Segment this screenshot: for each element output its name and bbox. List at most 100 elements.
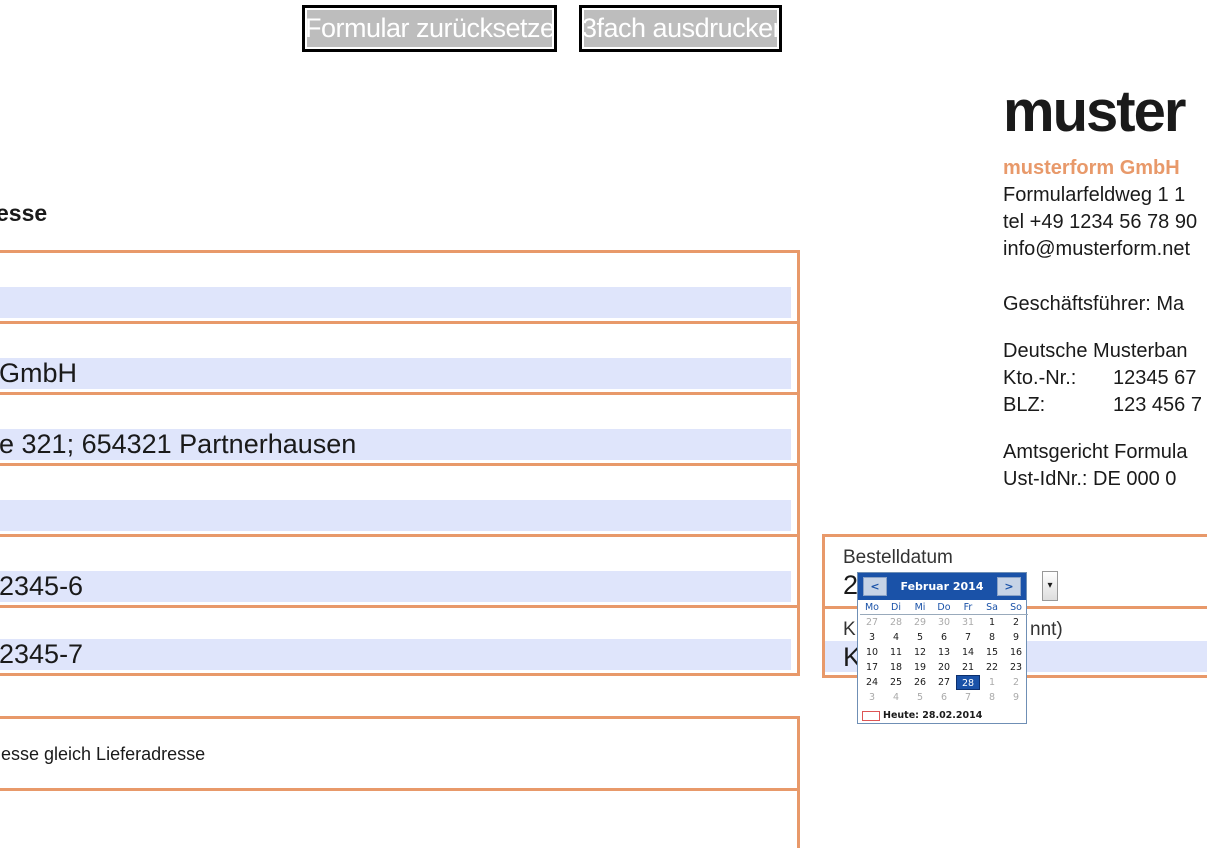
form-row: 2345-6 (0, 534, 800, 605)
address-field-3[interactable]: e 321; 654321 Partnerhausen (0, 429, 791, 460)
calendar-day[interactable]: 8 (980, 630, 1004, 645)
calendar-day[interactable]: 3 (860, 690, 884, 705)
calendar-day[interactable]: 8 (980, 690, 1004, 705)
calendar-day-selected[interactable]: 28 (956, 675, 980, 690)
reset-form-button[interactable]: Formular zurücksetzen (302, 5, 557, 52)
calendar-month-title: Februar 2014 (900, 580, 984, 593)
today-swatch-icon (862, 710, 880, 721)
calendar-day[interactable]: 9 (1004, 690, 1028, 705)
company-email: info@musterform.net (1003, 238, 1191, 260)
calendar-day[interactable]: 17 (860, 660, 884, 675)
weekday-header: Mi (908, 602, 932, 615)
calendar-day[interactable]: 1 (980, 615, 1004, 630)
address-field-5[interactable]: 2345-6 (0, 571, 791, 602)
order-date-input[interactable]: 2 (843, 570, 858, 601)
second-date-label: nnt) (1030, 619, 1063, 640)
company-tel: tel +49 1234 56 78 90 (1003, 211, 1198, 233)
address-field-4[interactable] (0, 500, 791, 531)
calendar-day[interactable]: 3 (860, 630, 884, 645)
calendar-day[interactable]: 22 (980, 660, 1004, 675)
datepicker-popup: < Februar 2014 > Mo Di Mi Do Fr Sa So 27… (857, 572, 1028, 724)
calendar-day[interactable]: 10 (860, 645, 884, 660)
form-row: 2345-7 (0, 605, 800, 676)
blz-label: BLZ: (1003, 394, 1046, 416)
company-court: Amtsgericht Formula (1003, 441, 1188, 463)
account-label: Kto.-Nr.: (1003, 367, 1077, 389)
company-blz: BLZ: 123 456 7 (1003, 392, 1202, 419)
weekday-header: So (1004, 602, 1028, 615)
company-address: Formularfeldweg 1 1 (1003, 184, 1186, 206)
calendar-day[interactable]: 23 (1004, 660, 1028, 675)
chevron-down-icon: ▾ (1047, 580, 1053, 591)
calendar-day[interactable]: 14 (956, 645, 980, 660)
form-row: GmbH (0, 321, 800, 392)
calendar-day[interactable]: 25 (884, 675, 908, 690)
calendar-day[interactable]: 18 (884, 660, 908, 675)
calendar-day[interactable]: 27 (860, 615, 884, 630)
date-dropdown-button[interactable]: ▾ (1042, 571, 1058, 601)
company-vat: Ust-IdNr.: DE 000 0 (1003, 468, 1177, 490)
address-field-6[interactable]: 2345-7 (0, 639, 791, 670)
calendar-day[interactable]: 6 (932, 630, 956, 645)
order-date-label: Bestelldatum (843, 547, 953, 568)
company-logo: muster (1003, 79, 1186, 144)
form-row: e 321; 654321 Partnerhausen (0, 392, 800, 463)
calendar-day[interactable]: 21 (956, 660, 980, 675)
billing-section: esse gleich Lieferadresse (0, 716, 800, 848)
calendar-day[interactable]: 4 (884, 690, 908, 705)
print-triplicate-button[interactable]: 3fach ausdrucken (579, 5, 782, 52)
weekday-header: Sa (980, 602, 1004, 615)
address-field-1[interactable] (0, 287, 791, 318)
calendar-day[interactable]: 16 (1004, 645, 1028, 660)
second-date-label-prefix: K (843, 619, 856, 640)
company-bank: Deutsche Musterban (1003, 340, 1188, 362)
form-row: esse gleich Lieferadresse (0, 716, 800, 788)
weekday-header: Di (884, 602, 908, 615)
calendar-day[interactable]: 5 (908, 690, 932, 705)
calendar-day[interactable]: 20 (932, 660, 956, 675)
chevron-left-icon: < (870, 580, 880, 593)
company-info: musterform GmbH Formularfeldweg 1 1 tel … (1003, 155, 1202, 493)
calendar-day[interactable]: 29 (908, 615, 932, 630)
calendar-day[interactable]: 6 (932, 690, 956, 705)
calendar-day[interactable]: 7 (956, 690, 980, 705)
calendar-day[interactable]: 9 (1004, 630, 1028, 645)
company-ceo: Geschäftsführer: Ma (1003, 293, 1185, 315)
calendar-day[interactable]: 5 (908, 630, 932, 645)
calendar-day[interactable]: 13 (932, 645, 956, 660)
calendar-day[interactable]: 12 (908, 645, 932, 660)
weekday-header: Do (932, 602, 956, 615)
same-address-checkbox-label[interactable]: esse gleich Lieferadresse (1, 744, 205, 765)
calendar-day[interactable]: 26 (908, 675, 932, 690)
weekday-header: Mo (860, 602, 884, 615)
calendar-day[interactable]: 24 (860, 675, 884, 690)
today-button[interactable]: Heute: 28.02.2014 (862, 710, 982, 721)
calendar-day[interactable]: 2 (1004, 675, 1028, 690)
calendar-day[interactable]: 1 (980, 675, 1004, 690)
calendar-day[interactable]: 4 (884, 630, 908, 645)
account-value: 12345 67 (1113, 367, 1197, 389)
calendar-day[interactable]: 15 (980, 645, 1004, 660)
form-row (0, 788, 800, 848)
company-account: Kto.-Nr.: 12345 67 (1003, 365, 1202, 392)
calendar-day[interactable]: 19 (908, 660, 932, 675)
calendar-day[interactable]: 27 (932, 675, 956, 690)
calendar-day[interactable]: 31 (956, 615, 980, 630)
calendar-day[interactable]: 11 (884, 645, 908, 660)
weekday-header: Fr (956, 602, 980, 615)
form-row (0, 463, 800, 534)
address-section-title: esse (0, 200, 48, 226)
calendar-day[interactable]: 28 (884, 615, 908, 630)
calendar-day[interactable]: 2 (1004, 615, 1028, 630)
chevron-right-icon: > (1004, 580, 1014, 593)
address-form: GmbH e 321; 654321 Partnerhausen 2345-6 … (0, 250, 800, 676)
calendar-day[interactable]: 30 (932, 615, 956, 630)
next-month-button[interactable]: > (997, 577, 1021, 596)
today-label: Heute: 28.02.2014 (883, 710, 983, 721)
address-field-2[interactable]: GmbH (0, 358, 791, 389)
calendar-day[interactable]: 7 (956, 630, 980, 645)
calendar-grid: Mo Di Mi Do Fr Sa So 27 28 29 30 31 1 2 … (860, 602, 1028, 705)
calendar-header: < Februar 2014 > (858, 573, 1026, 600)
prev-month-button[interactable]: < (863, 577, 887, 596)
blz-value: 123 456 7 (1113, 394, 1202, 416)
